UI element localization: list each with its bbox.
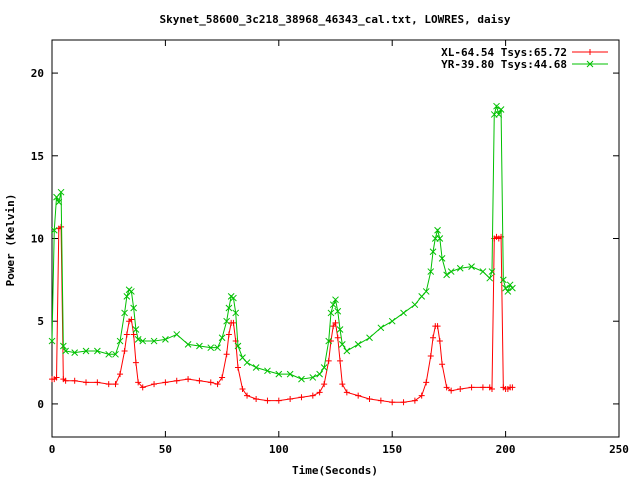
data-point (486, 274, 494, 282)
data-point (94, 379, 101, 386)
data-point (439, 361, 446, 368)
data-point (207, 379, 214, 386)
data-point (243, 359, 251, 366)
y-tick-label: 10 (31, 233, 44, 246)
data-point (83, 379, 90, 386)
chart-title: Skynet_58600_3c218_38968_46343_cal.txt, … (160, 13, 511, 26)
data-point (112, 381, 119, 388)
data-point (123, 331, 130, 338)
data-point (234, 364, 241, 371)
data-point (316, 370, 323, 378)
y-tick-label: 0 (37, 398, 44, 411)
legend-marker (587, 49, 593, 55)
data-point (253, 395, 260, 402)
data-point (502, 284, 509, 292)
data-point (468, 384, 475, 391)
data-point (117, 371, 124, 378)
data-point (287, 395, 294, 402)
data-point (343, 347, 351, 355)
x-tick-label: 200 (496, 443, 516, 456)
data-point (366, 334, 373, 342)
data-point (504, 288, 512, 295)
data-point (173, 377, 180, 384)
data-point (436, 338, 443, 345)
data-point (173, 331, 181, 338)
series-layer (48, 102, 516, 406)
data-point (447, 268, 455, 275)
data-point (400, 399, 407, 406)
y-tick-label: 5 (37, 315, 44, 328)
y-tick-label: 15 (31, 150, 44, 163)
data-point (506, 281, 514, 289)
axes: 0 50 100 150 200 250 0 5 10 15 20 (31, 39, 629, 456)
data-point (321, 381, 328, 388)
data-point (411, 301, 419, 309)
data-point (443, 271, 450, 279)
data-point (223, 351, 230, 358)
data-point (479, 268, 487, 275)
data-point (493, 102, 500, 110)
data-point (400, 309, 407, 317)
data-point (388, 317, 396, 325)
data-point (479, 384, 486, 391)
data-point (434, 226, 441, 234)
data-point (244, 392, 251, 399)
data-point (214, 381, 221, 388)
data-point (121, 347, 128, 354)
data-point (264, 397, 271, 404)
data-point (185, 376, 192, 383)
data-point (105, 381, 112, 388)
data-point (151, 381, 158, 388)
data-point (343, 389, 350, 396)
data-point (366, 395, 373, 402)
data-point (457, 386, 464, 393)
data-point (377, 397, 384, 404)
plot-frame (51, 39, 620, 438)
series-line (52, 225, 513, 403)
x-tick-label: 50 (159, 443, 172, 456)
data-point (218, 334, 226, 342)
x-tick-label: 0 (49, 443, 56, 456)
data-point (196, 377, 203, 384)
data-point (355, 392, 362, 399)
data-point (225, 331, 232, 338)
data-point (509, 284, 516, 292)
series-2 (48, 102, 516, 383)
data-point (427, 352, 434, 359)
data-point (264, 367, 271, 375)
data-point (430, 334, 437, 341)
data-point (132, 359, 139, 366)
x-tick-label: 150 (382, 443, 402, 456)
x-tick-label: 250 (609, 443, 629, 456)
y-axis-label: Power (Kelvin) (4, 194, 17, 287)
data-point (389, 399, 396, 406)
data-point (423, 379, 430, 386)
data-point (239, 386, 246, 393)
data-point (275, 397, 282, 404)
data-point (298, 394, 305, 401)
series-1 (49, 223, 516, 406)
series-line (51, 104, 513, 380)
data-point (334, 334, 341, 341)
x-axis-label: Time(Seconds) (292, 464, 378, 477)
data-point (309, 392, 316, 399)
data-point (354, 341, 362, 348)
legend: XL-64.54 Tsys:65.72YR-39.80 Tsys:44.68 (441, 46, 608, 71)
chart: Skynet_58600_3c218_38968_46343_cal.txt, … (4, 13, 629, 477)
data-point (219, 374, 226, 381)
data-point (337, 357, 344, 364)
data-point (252, 364, 260, 371)
data-point (316, 389, 323, 396)
y-tick-label: 20 (31, 67, 44, 80)
data-point (71, 377, 78, 384)
x-tick-label: 100 (269, 443, 289, 456)
data-point (377, 324, 385, 332)
legend-label: YR-39.80 Tsys:44.68 (441, 58, 567, 71)
data-point (162, 379, 169, 386)
data-point (339, 381, 346, 388)
data-point (325, 357, 332, 364)
